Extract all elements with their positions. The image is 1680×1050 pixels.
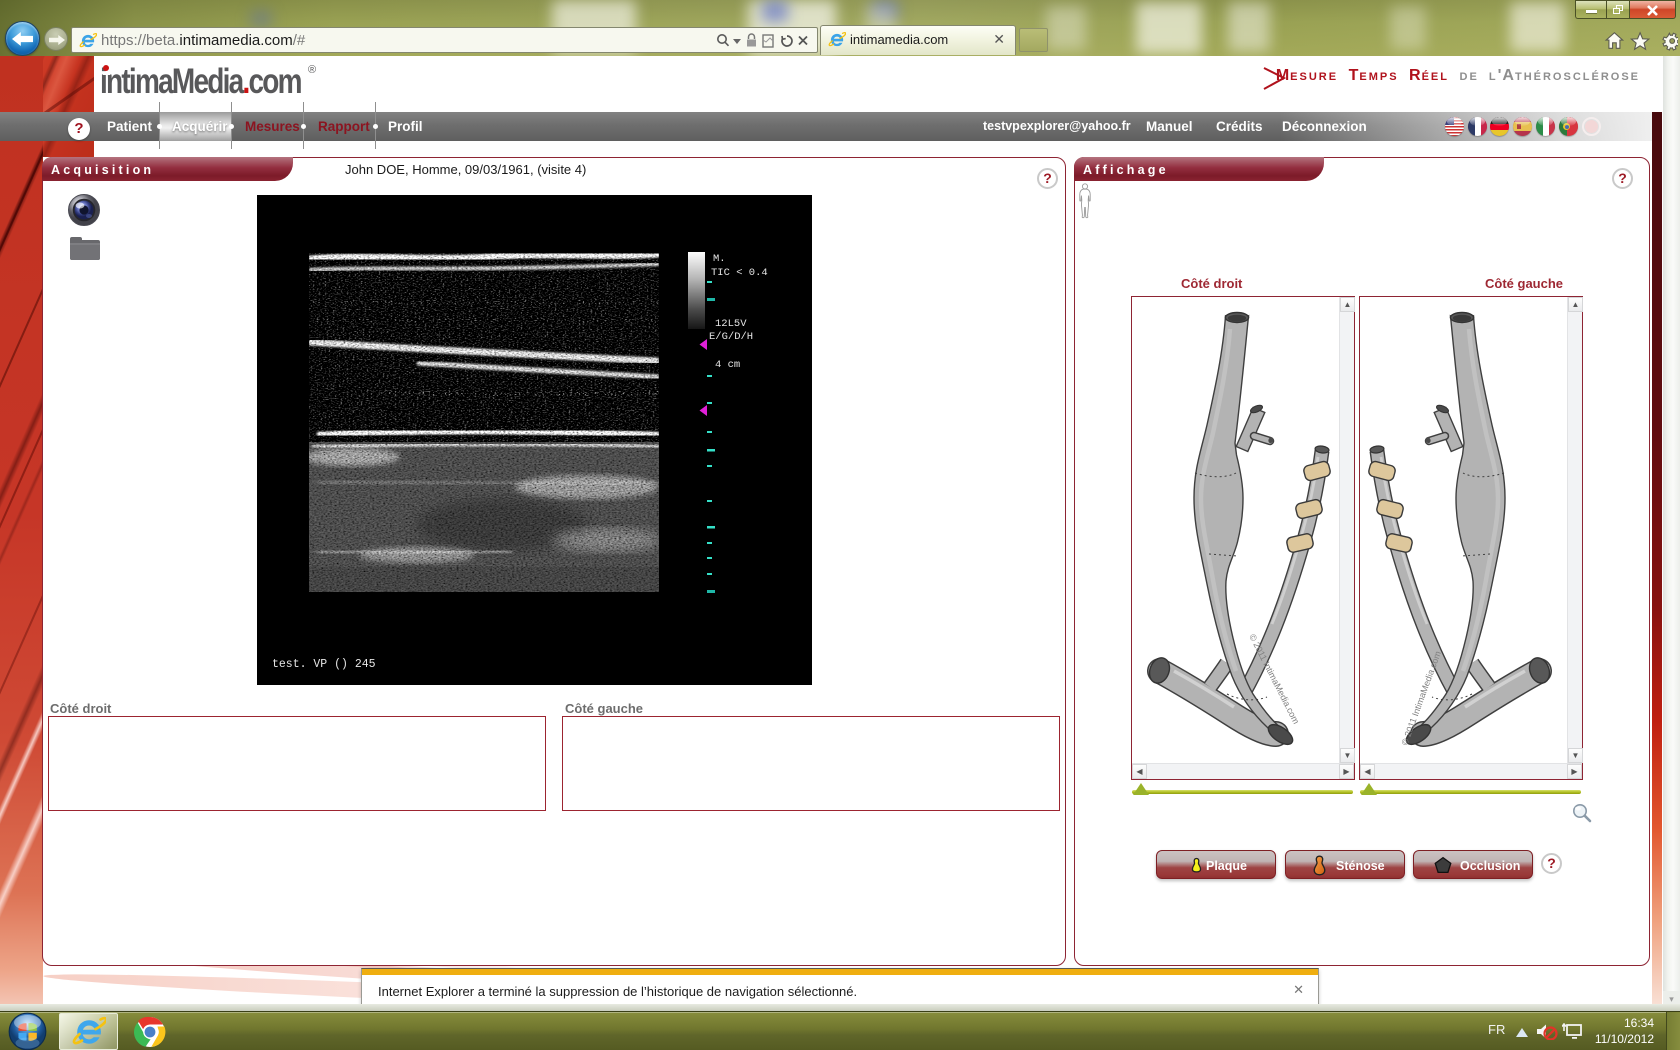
svg-text:TIC < 0.4: TIC < 0.4 <box>711 267 768 279</box>
svg-text:E/G/D/H: E/G/D/H <box>709 331 753 343</box>
svg-text:M.: M. <box>713 253 726 265</box>
svg-text:test. VP () 245: test. VP () 245 <box>272 658 376 671</box>
svg-text:4 cm: 4 cm <box>715 359 740 371</box>
svg-text:12L5V: 12L5V <box>715 318 747 330</box>
